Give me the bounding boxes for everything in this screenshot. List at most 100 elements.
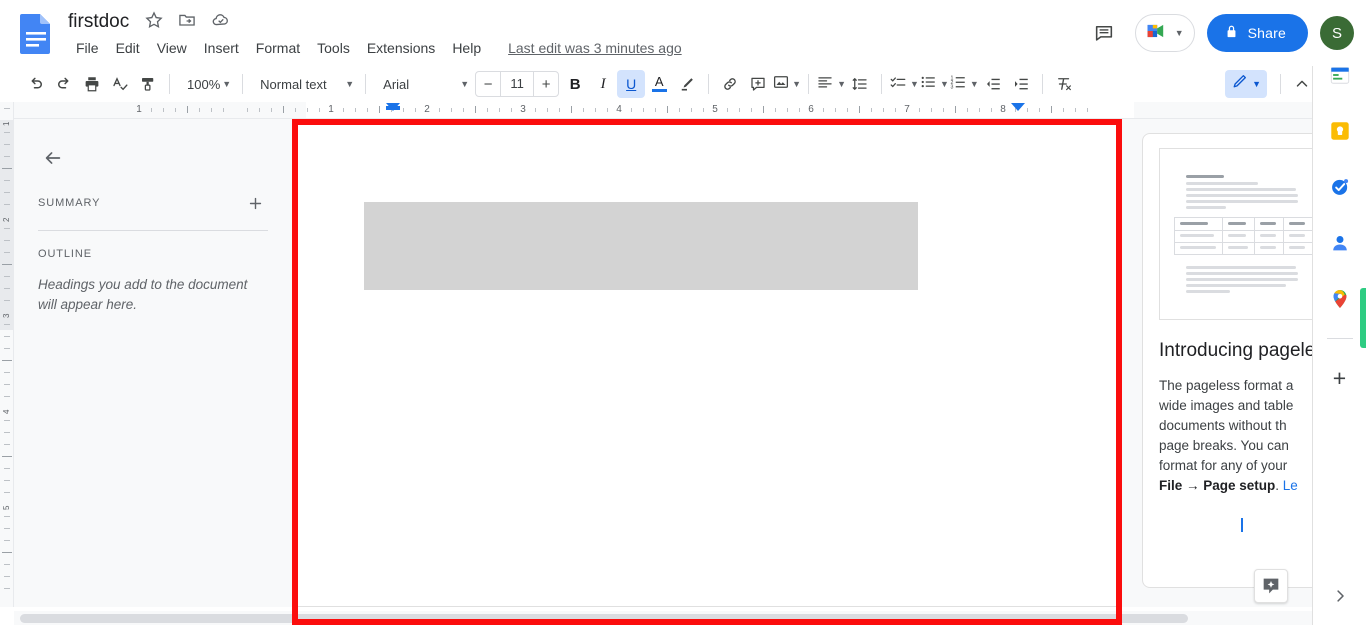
menu-insert[interactable]: Insert xyxy=(196,36,247,60)
add-addon-button[interactable]: + xyxy=(1323,361,1357,395)
ruler-tick xyxy=(4,108,10,109)
google-calendar-icon[interactable] xyxy=(1323,58,1357,92)
checklist-button[interactable]: ▼ xyxy=(889,70,919,98)
google-docs-icon[interactable] xyxy=(18,12,54,56)
menu-file[interactable]: File xyxy=(68,36,107,60)
explore-sparkle-icon[interactable] xyxy=(1254,569,1288,603)
ruler-tick xyxy=(4,384,10,385)
font-size-increase[interactable]: + xyxy=(534,72,558,96)
undo-icon[interactable] xyxy=(22,70,50,98)
cloud-saved-icon[interactable] xyxy=(211,10,233,32)
move-to-folder-icon[interactable] xyxy=(177,10,199,32)
google-keep-icon[interactable] xyxy=(1323,114,1357,148)
plus-icon[interactable] xyxy=(242,190,268,216)
promo-learn-more-link[interactable]: Le xyxy=(1283,478,1298,493)
insert-link-icon[interactable] xyxy=(716,70,744,98)
ruler-tick xyxy=(439,108,440,112)
ruler-tick xyxy=(295,108,296,112)
menu-extensions[interactable]: Extensions xyxy=(359,36,443,60)
italic-button[interactable]: I xyxy=(589,70,617,98)
ruler-tick xyxy=(1087,108,1088,112)
bold-button[interactable]: B xyxy=(561,70,589,98)
font-family-select[interactable]: Arial ▼ xyxy=(373,70,473,98)
ruler-tick xyxy=(1063,108,1064,112)
menu-view[interactable]: View xyxy=(149,36,195,60)
ruler-tick xyxy=(919,108,920,112)
ruler-tick xyxy=(163,108,164,112)
horizontal-ruler[interactable]: 1 1 2 3 4 5 6 7 8 xyxy=(14,102,1352,119)
ruler-tick xyxy=(571,106,572,113)
horizontal-scrollbar-thumb[interactable] xyxy=(20,614,1188,623)
chevron-right-icon[interactable] xyxy=(1325,581,1355,611)
align-left-button[interactable]: ▼ xyxy=(816,70,846,98)
vertical-ruler[interactable]: 1 2 3 4 5 xyxy=(0,102,14,607)
toolbar-divider xyxy=(881,74,883,94)
ruler-tick xyxy=(967,108,968,112)
spellcheck-icon[interactable] xyxy=(106,70,134,98)
document-title[interactable]: firstdoc xyxy=(68,8,129,36)
add-comment-icon[interactable] xyxy=(744,70,772,98)
editing-mode-button[interactable]: ▼ xyxy=(1225,70,1267,98)
right-indent-marker[interactable] xyxy=(1011,103,1025,111)
checklist-icon xyxy=(889,73,907,96)
increase-indent-icon[interactable] xyxy=(1007,70,1035,98)
menu-help[interactable]: Help xyxy=(444,36,489,60)
redo-icon[interactable] xyxy=(50,70,78,98)
google-contacts-icon[interactable] xyxy=(1323,226,1357,260)
document-page[interactable] xyxy=(292,119,1120,607)
avatar[interactable]: S xyxy=(1320,16,1354,50)
numbered-list-button[interactable]: 1 2 3 ▼ xyxy=(949,70,979,98)
share-button[interactable]: Share xyxy=(1206,14,1308,52)
paint-format-icon[interactable] xyxy=(134,70,162,98)
menu-edit[interactable]: Edit xyxy=(108,36,148,60)
ruler-tick xyxy=(547,108,548,112)
google-meet-button[interactable]: ▼ xyxy=(1134,14,1195,52)
last-edit-link[interactable]: Last edit was 3 minutes ago xyxy=(508,38,682,58)
zoom-select[interactable]: 100% ▼ xyxy=(177,70,235,98)
paragraph-style-select[interactable]: Normal text ▼ xyxy=(250,70,358,98)
ruler-tick xyxy=(4,372,10,373)
left-indent-marker[interactable] xyxy=(386,103,400,111)
menu-format[interactable]: Format xyxy=(248,36,308,60)
pencil-edit-icon xyxy=(1231,73,1248,95)
ruler-number: 2 xyxy=(424,104,430,115)
vertical-ruler-margin xyxy=(0,120,13,330)
insert-image-button[interactable]: ▼ xyxy=(772,70,801,98)
menu-tools[interactable]: Tools xyxy=(309,36,358,60)
chevron-down-icon: ▼ xyxy=(1252,78,1261,89)
comment-history-icon[interactable] xyxy=(1085,14,1123,52)
back-arrow-icon[interactable] xyxy=(38,143,68,173)
horizontal-scrollbar-track[interactable] xyxy=(14,611,1352,625)
promo-body: The pageless format a wide images and ta… xyxy=(1159,376,1325,496)
highlight-pen-icon[interactable] xyxy=(673,70,701,98)
clear-formatting-icon[interactable] xyxy=(1050,70,1078,98)
print-icon[interactable] xyxy=(78,70,106,98)
title-action-icons xyxy=(144,11,240,33)
promo-dot[interactable] xyxy=(1241,518,1243,532)
google-maps-icon[interactable] xyxy=(1323,282,1357,316)
promo-title: Introducing pageless format xyxy=(1159,340,1341,361)
font-size-input[interactable]: 11 xyxy=(500,72,535,96)
preview-table xyxy=(1174,217,1314,255)
decrease-indent-icon[interactable] xyxy=(979,70,1007,98)
line-spacing-icon[interactable] xyxy=(846,70,874,98)
paragraph-placeholder-block[interactable] xyxy=(364,202,918,290)
chevron-down-icon: ▼ xyxy=(969,78,979,89)
ruler-tick xyxy=(775,108,776,112)
bulleted-list-button[interactable]: ▼ xyxy=(919,70,949,98)
ruler-tick xyxy=(2,552,12,553)
ruler-tick xyxy=(259,108,260,112)
chevron-down-icon: ▼ xyxy=(837,78,847,89)
document-scroll-area[interactable] xyxy=(292,119,1120,607)
side-panel-green-tab[interactable] xyxy=(1360,288,1366,348)
promo-body-line-3: documents without th xyxy=(1159,418,1287,433)
side-panel-rail: + xyxy=(1312,66,1366,625)
ruler-tick xyxy=(955,106,956,113)
text-color-button[interactable]: A xyxy=(645,70,673,98)
google-tasks-icon[interactable] xyxy=(1323,170,1357,204)
ruler-tick xyxy=(4,444,10,445)
star-icon[interactable] xyxy=(144,10,166,32)
underline-button[interactable]: U xyxy=(617,70,646,98)
ruler-tick xyxy=(751,108,752,112)
font-size-decrease[interactable]: − xyxy=(476,72,500,96)
